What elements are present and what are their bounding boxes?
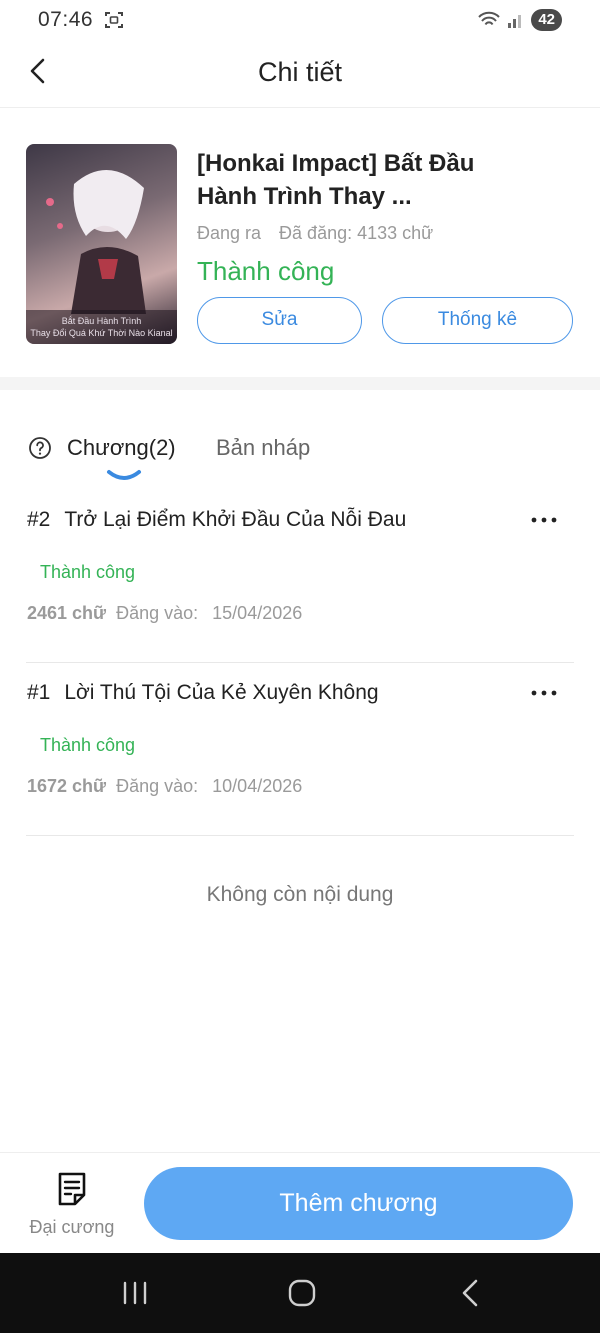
signal-icon xyxy=(508,15,522,28)
chapter-item[interactable]: #1 Lời Thú Tội Của Kẻ Xuyên Không Thành c… xyxy=(0,663,600,836)
cover-caption-line2: Thay Đổi Quá Khứ Thời Nào Kianal xyxy=(30,328,173,338)
chapter-date: 15/04/2026 xyxy=(212,603,303,623)
status-bar: 07:46 42 xyxy=(0,0,600,40)
help-circle-icon[interactable] xyxy=(28,436,52,460)
chapter-posted-label: Đăng vào: xyxy=(116,776,199,796)
book-word-count: Đã đăng: 4133 chữ xyxy=(279,223,434,243)
outline-button[interactable]: Đại cương xyxy=(22,1169,122,1245)
book-cover-image[interactable]: Bắt Đầu Hành Trình Thay Đổi Quá Khứ Thời… xyxy=(26,144,177,344)
tab-active-indicator xyxy=(107,470,141,480)
recent-apps-icon[interactable] xyxy=(118,1277,152,1309)
chapter-number: #2 xyxy=(27,508,51,531)
system-back-icon[interactable] xyxy=(454,1277,488,1309)
book-state: Đang ra xyxy=(197,223,262,243)
chapter-word-count: 1672 chữ xyxy=(27,776,107,796)
chapter-meta: 2461 chữ Đăng vào: 15/04/2026 xyxy=(27,603,302,624)
battery-indicator: 42 xyxy=(531,9,562,31)
tab-chapters[interactable]: Chương(2) xyxy=(67,435,176,461)
list-divider xyxy=(26,835,574,836)
screenshot-icon xyxy=(105,12,123,28)
cover-caption: Bắt Đầu Hành Trình Thay Đổi Quá Khứ Thời… xyxy=(26,310,177,344)
empty-list-message: Không còn nội dung xyxy=(206,883,394,906)
chapter-name: Lời Thú Tội Của Kẻ Xuyên Không xyxy=(64,681,379,704)
chapter-posted-label: Đăng vào: xyxy=(116,603,199,623)
status-indicators: 42 xyxy=(477,9,562,31)
tab-bar: Chương(2) Bản nháp xyxy=(0,390,600,490)
tab-drafts[interactable]: Bản nháp xyxy=(216,435,310,461)
bottom-action-bar: Đại cương Thêm chương xyxy=(0,1152,600,1252)
chapter-status: Thành công xyxy=(40,735,136,755)
status-time: 07:46 xyxy=(38,8,94,31)
chapter-name: Trở Lại Điểm Khởi Đầu Của Nỗi Đau xyxy=(64,508,407,531)
system-navigation-bar xyxy=(0,1253,600,1333)
book-info-card: Bắt Đầu Hành Trình Thay Đổi Quá Khứ Thời… xyxy=(0,109,600,377)
home-icon[interactable] xyxy=(285,1277,319,1309)
app-header: Chi tiết xyxy=(0,40,600,108)
page-title: Chi tiết xyxy=(257,57,343,87)
stats-button[interactable]: Thống kê xyxy=(382,297,573,344)
chapter-title: #1 Lời Thú Tội Của Kẻ Xuyên Không xyxy=(27,681,379,705)
chapter-number: #1 xyxy=(27,681,51,704)
edit-button[interactable]: Sửa xyxy=(197,297,362,344)
chapter-word-count: 2461 chữ xyxy=(27,603,107,623)
cover-caption-line1: Bắt Đầu Hành Trình xyxy=(61,316,142,326)
chapter-meta: 1672 chữ Đăng vào: 10/04/2026 xyxy=(27,776,302,797)
outline-document-icon xyxy=(58,1172,86,1206)
section-divider xyxy=(0,377,600,390)
chapter-date: 10/04/2026 xyxy=(212,776,303,796)
more-dots-icon[interactable] xyxy=(527,508,561,532)
book-title: [Honkai Impact] Bất Đầu Hành Trình Thay … xyxy=(197,150,475,210)
more-dots-icon[interactable] xyxy=(527,681,561,705)
book-meta: Đang ra Đã đăng: 4133 chữ xyxy=(197,223,433,244)
chapter-item[interactable]: #2 Trở Lại Điểm Khởi Đầu Của Nỗi Đau Thàn… xyxy=(0,490,600,663)
wifi-icon xyxy=(478,11,501,26)
outline-label: Đại cương xyxy=(29,1217,115,1237)
chapter-status: Thành công xyxy=(40,562,136,582)
add-chapter-button[interactable]: Thêm chương xyxy=(144,1167,573,1240)
chapter-title: #2 Trở Lại Điểm Khởi Đầu Của Nỗi Đau xyxy=(27,508,406,532)
book-status: Thành công xyxy=(197,256,335,286)
